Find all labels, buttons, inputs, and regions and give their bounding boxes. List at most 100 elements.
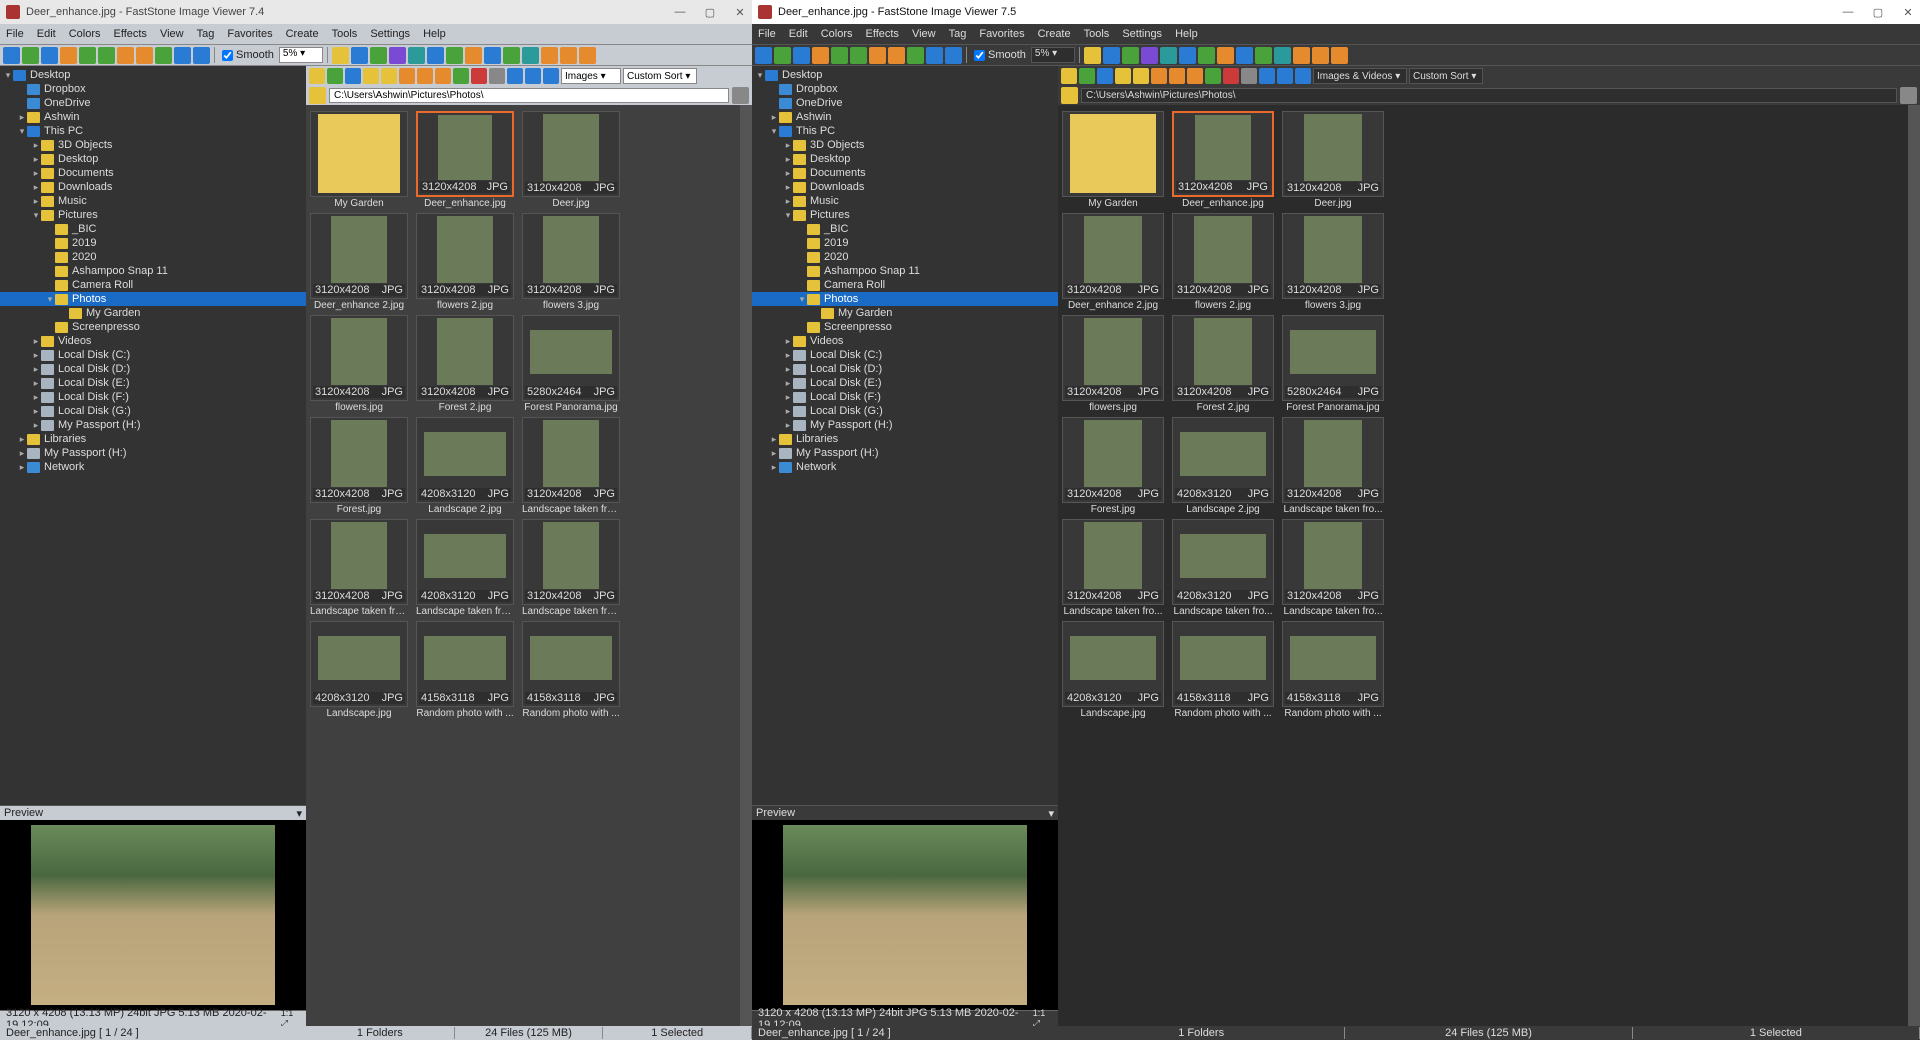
nav-button[interactable] (1223, 68, 1239, 84)
tree-toggle-icon[interactable]: ▸ (783, 378, 793, 389)
thumbnail[interactable]: 3120x4208JPGDeer.jpg (1282, 111, 1384, 209)
tree-toggle-icon[interactable]: ▸ (31, 364, 41, 375)
thumbnail-grid[interactable]: My Garden3120x4208JPGDeer_enhance.jpg312… (1058, 105, 1908, 1026)
tree-node[interactable]: Dropbox (752, 82, 1058, 96)
zoom-combo[interactable]: 5% ▾ (279, 47, 323, 63)
preview-image[interactable] (0, 820, 306, 1010)
nav-button[interactable] (1241, 68, 1257, 84)
thumbnail[interactable]: 3120x4208JPGDeer_enhance.jpg (1172, 111, 1274, 209)
thumbnail[interactable]: 3120x4208JPGDeer_enhance 2.jpg (1062, 213, 1164, 311)
maximize-button[interactable]: ▢ (704, 6, 716, 18)
sort-combo[interactable]: Custom Sort ▾ (623, 68, 697, 84)
thumbnail[interactable]: 3120x4208JPGDeer.jpg (522, 111, 620, 209)
thumbnail[interactable]: 3120x4208JPGLandscape taken fro... (522, 417, 620, 515)
thumbnail[interactable]: 5280x2464JPGForest Panorama.jpg (1282, 315, 1384, 413)
toolbar-button[interactable] (503, 47, 520, 64)
tree-toggle-icon[interactable]: ▸ (31, 406, 41, 417)
thumbnail[interactable]: 3120x4208JPGflowers 2.jpg (416, 213, 514, 311)
thumbnail[interactable]: 4208x3120JPGLandscape 2.jpg (1172, 417, 1274, 515)
menu-settings[interactable]: Settings (1122, 28, 1162, 40)
thumbnail[interactable]: 3120x4208JPGForest.jpg (1062, 417, 1164, 515)
path-dropdown-icon[interactable] (732, 87, 749, 104)
menu-effects[interactable]: Effects (866, 28, 899, 40)
tree-toggle-icon[interactable]: ▸ (783, 392, 793, 403)
tree-node[interactable]: 2020 (0, 250, 306, 264)
tree-node[interactable]: Screenpresso (752, 320, 1058, 334)
tree-toggle-icon[interactable]: ▸ (31, 140, 41, 151)
thumbnail[interactable]: 3120x4208JPGflowers.jpg (310, 315, 408, 413)
thumbnail[interactable]: 3120x4208JPGLandscape taken fro... (1062, 519, 1164, 617)
menu-tag[interactable]: Tag (197, 28, 215, 40)
thumbnail[interactable]: 4158x3118JPGRandom photo with ... (1282, 621, 1384, 719)
minimize-button[interactable]: — (674, 6, 686, 18)
nav-button[interactable] (1151, 68, 1167, 84)
tree-node[interactable]: ▸Ashwin (752, 110, 1058, 124)
toolbar-button[interactable] (1255, 47, 1272, 64)
toolbar-button[interactable] (155, 47, 172, 64)
tree-toggle-icon[interactable]: ▸ (783, 140, 793, 151)
thumbnail[interactable]: 3120x4208JPGLandscape taken fro... (1282, 417, 1384, 515)
tree-node[interactable]: ▸Local Disk (E:) (0, 376, 306, 390)
toolbar-button[interactable] (907, 47, 924, 64)
preview-image[interactable] (752, 820, 1058, 1010)
toolbar-button[interactable] (869, 47, 886, 64)
tree-toggle-icon[interactable]: ▸ (17, 434, 27, 445)
tree-node[interactable]: ▾Desktop (0, 68, 306, 82)
tree-toggle-icon[interactable]: ▸ (783, 154, 793, 165)
toolbar-button[interactable] (888, 47, 905, 64)
thumbnail-grid[interactable]: My Garden3120x4208JPGDeer_enhance.jpg312… (306, 105, 740, 1026)
menu-file[interactable]: File (758, 28, 776, 40)
tree-node[interactable]: ▾Pictures (0, 208, 306, 222)
nav-button[interactable] (1061, 68, 1077, 84)
minimize-button[interactable]: — (1842, 6, 1854, 18)
toolbar-button[interactable] (389, 47, 406, 64)
thumbnail[interactable]: My Garden (310, 111, 408, 209)
tree-node[interactable]: ▸Local Disk (D:) (0, 362, 306, 376)
toolbar-button[interactable] (831, 47, 848, 64)
toolbar-button[interactable] (98, 47, 115, 64)
menu-settings[interactable]: Settings (370, 28, 410, 40)
thumbnail[interactable]: 3120x4208JPGflowers 2.jpg (1172, 213, 1274, 311)
tree-node[interactable]: ▾Desktop (752, 68, 1058, 82)
tree-node[interactable]: ▸Local Disk (C:) (0, 348, 306, 362)
toolbar-button[interactable] (3, 47, 20, 64)
tree-node[interactable]: ▸My Passport (H:) (0, 418, 306, 432)
tree-toggle-icon[interactable]: ▸ (31, 168, 41, 179)
toolbar-button[interactable] (136, 47, 153, 64)
tree-node[interactable]: My Garden (0, 306, 306, 320)
tree-node[interactable]: Ashampoo Snap 11 (0, 264, 306, 278)
tree-toggle-icon[interactable]: ▸ (783, 364, 793, 375)
toolbar-button[interactable] (1179, 47, 1196, 64)
tree-node[interactable]: ▾Pictures (752, 208, 1058, 222)
folder-tree[interactable]: ▾DesktopDropboxOneDrive▸Ashwin▾This PC▸3… (0, 66, 306, 805)
sort-combo[interactable]: Custom Sort ▾ (1409, 68, 1483, 84)
nav-button[interactable] (327, 68, 343, 84)
nav-button[interactable] (525, 68, 541, 84)
nav-button[interactable] (435, 68, 451, 84)
tree-toggle-icon[interactable]: ▸ (31, 350, 41, 361)
view-filter-combo[interactable]: Images ▾ (561, 68, 621, 84)
menu-tools[interactable]: Tools (1084, 28, 1110, 40)
tree-node[interactable]: ▾Photos (0, 292, 306, 306)
tree-node[interactable]: ▸Documents (752, 166, 1058, 180)
toolbar-button[interactable] (1236, 47, 1253, 64)
menu-edit[interactable]: Edit (37, 28, 56, 40)
tree-toggle-icon[interactable]: ▸ (31, 336, 41, 347)
thumbnail[interactable]: 4208x3120JPGLandscape taken fro... (416, 519, 514, 617)
tree-toggle-icon[interactable]: ▾ (17, 126, 27, 137)
nav-button[interactable] (363, 68, 379, 84)
toolbar-button[interactable] (793, 47, 810, 64)
toolbar-button[interactable] (193, 47, 210, 64)
toolbar-button[interactable] (117, 47, 134, 64)
tree-node[interactable]: ▸Videos (752, 334, 1058, 348)
toolbar-button[interactable] (174, 47, 191, 64)
tree-node[interactable]: Camera Roll (0, 278, 306, 292)
tree-node[interactable]: ▸Libraries (0, 432, 306, 446)
tree-node[interactable]: _BIC (752, 222, 1058, 236)
toolbar-button[interactable] (522, 47, 539, 64)
toolbar-button[interactable] (1103, 47, 1120, 64)
thumbnail[interactable]: 4158x3118JPGRandom photo with ... (522, 621, 620, 719)
tree-node[interactable]: ▸My Passport (H:) (0, 446, 306, 460)
tree-node[interactable]: ▸Network (752, 460, 1058, 474)
tree-toggle-icon[interactable]: ▸ (769, 112, 779, 123)
